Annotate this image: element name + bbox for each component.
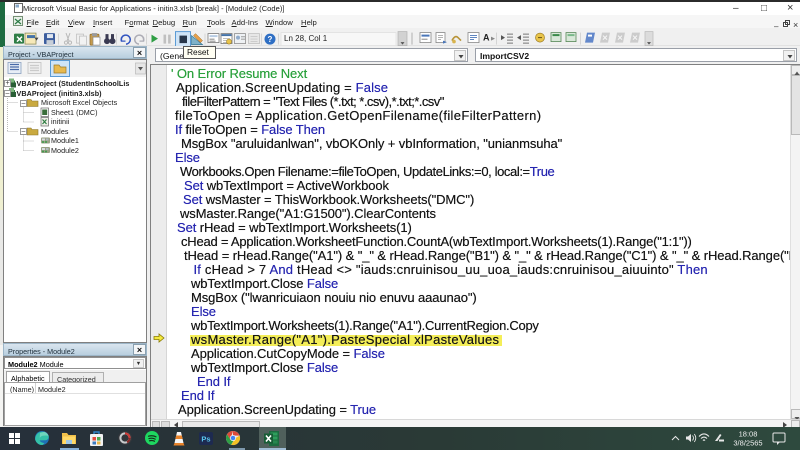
svg-text:18:08: 18:08 <box>739 430 758 439</box>
svg-text:?: ? <box>268 35 273 44</box>
svg-text:A: A <box>483 33 490 43</box>
svg-text:Ps: Ps <box>201 435 210 444</box>
svg-text:3/8/2565: 3/8/2565 <box>733 439 762 448</box>
